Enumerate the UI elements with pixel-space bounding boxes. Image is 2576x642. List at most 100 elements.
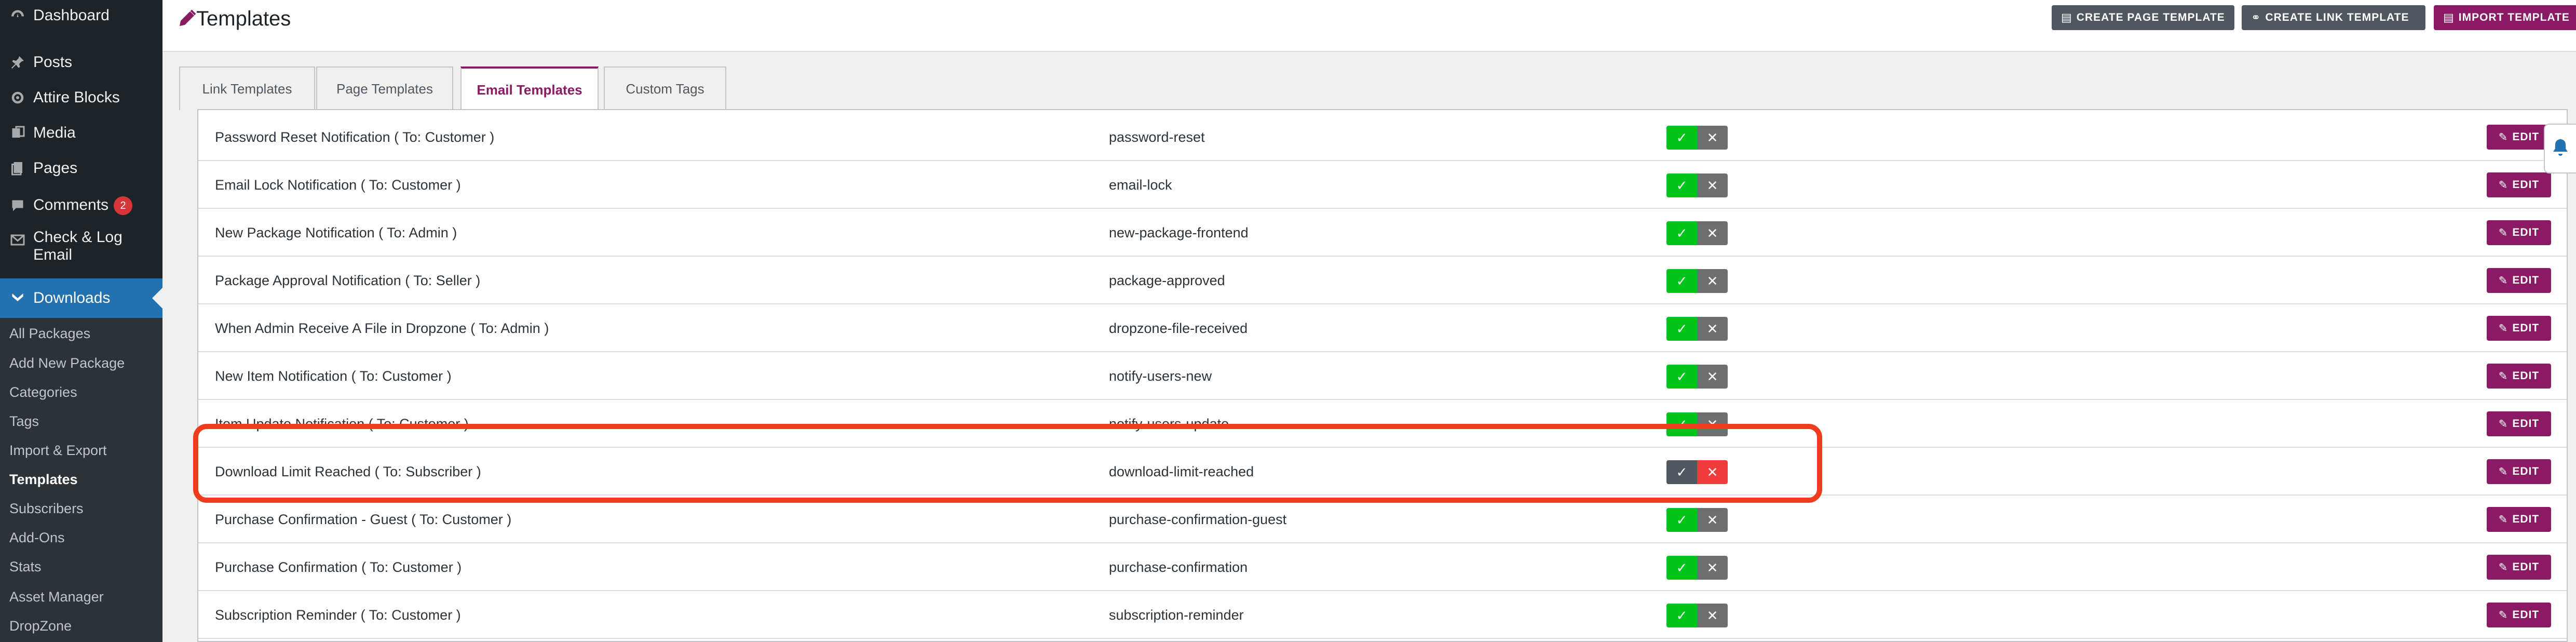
status-toggle: ✓ ✕: [1666, 221, 1728, 245]
tab-link-templates[interactable]: Link Templates: [179, 66, 315, 110]
table-row: When Admin Receive A File in Dropzone ( …: [198, 304, 2567, 352]
pencil-icon: ✎: [2498, 274, 2509, 287]
status-toggle: ✓ ✕: [1666, 317, 1728, 341]
sidebar-item-label: Comments: [33, 196, 109, 213]
submenu-item-tags[interactable]: Tags: [9, 412, 39, 430]
template-name: Subscription Reminder ( To: Customer ): [215, 607, 461, 623]
sidebar-item-label: Downloads: [33, 289, 111, 306]
pencil-icon: ✎: [2498, 322, 2509, 335]
template-name: Purchase Confirmation ( To: Customer ): [215, 559, 462, 575]
edit-label: EDIT: [2512, 370, 2540, 382]
import-template-button[interactable]: ▤ IMPORT TEMPLATE: [2434, 5, 2576, 30]
sidebar-item-dashboard[interactable]: Dashboard: [0, 5, 162, 26]
sidebar-item-label: Media: [33, 124, 76, 141]
disable-x-icon[interactable]: ✕: [1697, 412, 1728, 436]
disable-x-icon[interactable]: ✕: [1697, 173, 1728, 197]
edit-label: EDIT: [2512, 418, 2540, 430]
enable-check-icon[interactable]: ✓: [1666, 126, 1697, 150]
pencil-icon: ✎: [2498, 609, 2509, 621]
disable-x-icon[interactable]: ✕: [1697, 317, 1728, 341]
dashboard-icon: [8, 6, 27, 25]
edit-label: EDIT: [2512, 465, 2540, 477]
create-page-template-label: CREATE PAGE TEMPLATE: [2076, 11, 2225, 23]
comments-count-badge: 2: [114, 196, 133, 216]
submenu-item-import-export[interactable]: Import & Export: [9, 442, 107, 459]
edit-button[interactable]: ✎ EDIT: [2487, 172, 2551, 197]
edit-button[interactable]: ✎ EDIT: [2487, 507, 2551, 532]
edit-label: EDIT: [2512, 513, 2540, 525]
status-toggle: ✓ ✕: [1666, 412, 1728, 436]
template-id: notify-users-update: [1109, 416, 1229, 432]
disable-x-icon[interactable]: ✕: [1697, 269, 1728, 293]
enable-check-icon[interactable]: ✓: [1666, 412, 1697, 436]
edit-button[interactable]: ✎ EDIT: [2487, 268, 2551, 293]
pin-icon: [8, 53, 27, 72]
submenu-item-add-ons[interactable]: Add-Ons: [9, 529, 65, 546]
submenu-item-add-new-package[interactable]: Add New Package: [9, 354, 125, 372]
disable-x-icon[interactable]: ✕: [1697, 221, 1728, 245]
disable-x-icon[interactable]: ✕: [1697, 508, 1728, 532]
sidebar-item-media[interactable]: Media: [0, 123, 162, 143]
disable-x-icon[interactable]: ✕: [1697, 556, 1728, 580]
edit-label: EDIT: [2512, 561, 2540, 573]
tab-email-templates[interactable]: Email Templates: [460, 66, 599, 111]
submenu-item-subscribers[interactable]: Subscribers: [9, 500, 84, 517]
edit-button[interactable]: ✎ EDIT: [2487, 555, 2551, 580]
sidebar-item-label: Pages: [33, 159, 78, 177]
table-row: Email Lock Notification ( To: Customer )…: [198, 161, 2567, 209]
enable-check-icon[interactable]: ✓: [1666, 460, 1697, 484]
edit-button[interactable]: ✎ EDIT: [2487, 459, 2551, 484]
status-toggle: ✓ ✕: [1666, 126, 1728, 150]
pencil-icon: ✎: [2498, 370, 2509, 382]
notification-bell-tab[interactable]: [2544, 124, 2576, 173]
enable-check-icon[interactable]: ✓: [1666, 173, 1697, 197]
edit-button[interactable]: ✎ EDIT: [2487, 364, 2551, 389]
pencil-icon: ✎: [2498, 418, 2509, 430]
edit-button[interactable]: ✎ EDIT: [2487, 220, 2551, 245]
edit-button[interactable]: ✎ EDIT: [2487, 603, 2551, 627]
disable-x-icon[interactable]: ✕: [1697, 604, 1728, 627]
template-name: Email Lock Notification ( To: Customer ): [215, 177, 461, 193]
edit-button[interactable]: ✎ EDIT: [2487, 316, 2551, 341]
disable-x-icon[interactable]: ✕: [1697, 365, 1728, 389]
table-row: Item Update Notification ( To: Customer …: [198, 400, 2567, 448]
sidebar-item-downloads[interactable]: Downloads: [0, 278, 162, 318]
enable-check-icon[interactable]: ✓: [1666, 604, 1697, 627]
enable-check-icon[interactable]: ✓: [1666, 556, 1697, 580]
sidebar-item-posts[interactable]: Posts: [0, 52, 162, 73]
submenu-item-categories[interactable]: Categories: [9, 383, 77, 401]
disable-x-icon[interactable]: ✕: [1697, 460, 1728, 484]
enable-check-icon[interactable]: ✓: [1666, 317, 1697, 341]
enable-check-icon[interactable]: ✓: [1666, 221, 1697, 245]
import-icon: ▤: [2443, 11, 2455, 24]
tab-page-templates[interactable]: Page Templates: [316, 66, 453, 110]
edit-button[interactable]: ✎ EDIT: [2487, 411, 2551, 436]
create-page-template-button[interactable]: ▤ CREATE PAGE TEMPLATE: [2052, 5, 2234, 30]
enable-check-icon[interactable]: ✓: [1666, 508, 1697, 532]
sidebar-item-comments[interactable]: Comments 2: [0, 194, 162, 217]
template-id: password-reset: [1109, 129, 1205, 145]
table-row: Password Reset Notification ( To: Custom…: [198, 113, 2567, 161]
submenu-item-stats[interactable]: Stats: [9, 558, 42, 576]
tab-custom-tags[interactable]: Custom Tags: [604, 66, 726, 110]
submenu-item-all-packages[interactable]: All Packages: [9, 325, 90, 342]
enable-check-icon[interactable]: ✓: [1666, 269, 1697, 293]
sidebar-item-label: Attire Blocks: [33, 89, 120, 106]
submenu-item-templates[interactable]: Templates: [9, 471, 78, 488]
sidebar-item-attire-blocks[interactable]: Attire Blocks: [0, 87, 162, 108]
table-row: Download Limit Reached ( To: Subscriber …: [198, 448, 2567, 496]
table-row: Package Approval Notification ( To: Sell…: [198, 257, 2567, 304]
submenu-item-dropzone[interactable]: DropZone: [9, 617, 72, 635]
status-toggle: ✓ ✕: [1666, 365, 1728, 389]
submenu-item-asset-manager[interactable]: Asset Manager: [9, 588, 104, 606]
status-toggle: ✓ ✕: [1666, 173, 1728, 197]
edit-button[interactable]: ✎ EDIT: [2487, 125, 2551, 150]
enable-check-icon[interactable]: ✓: [1666, 365, 1697, 389]
link-icon: ⚭: [2251, 11, 2261, 24]
sidebar-item-pages[interactable]: Pages: [0, 158, 162, 179]
disable-x-icon[interactable]: ✕: [1697, 126, 1728, 150]
pencil-icon: ✎: [2498, 131, 2509, 143]
sidebar-item-check-log-email[interactable]: Check & Log Email: [0, 229, 162, 270]
create-link-template-button[interactable]: ⚭ CREATE LINK TEMPLATE: [2242, 5, 2425, 30]
pages-icon: [8, 159, 27, 178]
